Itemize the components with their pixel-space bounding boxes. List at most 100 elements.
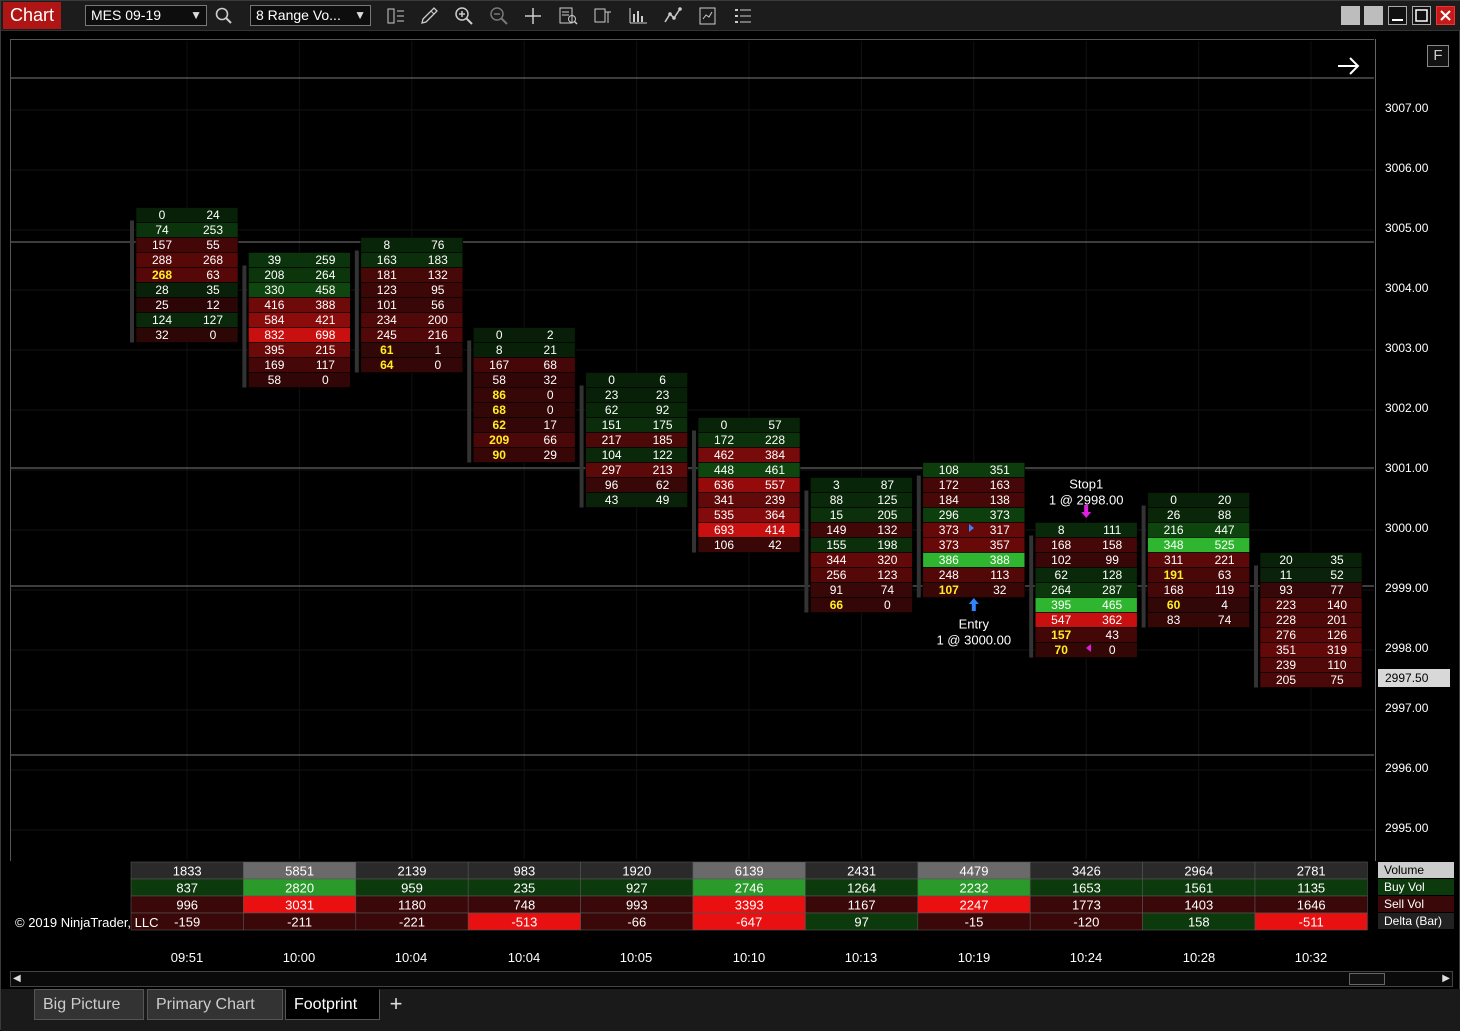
chart-title: Chart xyxy=(3,2,61,29)
tab-primary-chart[interactable]: Primary Chart xyxy=(147,989,283,1020)
summary-cell xyxy=(1254,912,1368,931)
time-label: 10:04 xyxy=(394,950,428,965)
summary-value: 1920 xyxy=(622,864,651,879)
tab-big-picture[interactable]: Big Picture xyxy=(34,989,144,1020)
summary-value: 1646 xyxy=(1297,898,1326,913)
summary-cell xyxy=(692,878,806,897)
time-label: 10:13 xyxy=(844,950,878,965)
summary-value: 996 xyxy=(176,898,198,913)
window-option-button[interactable] xyxy=(1364,6,1383,25)
time-label: 10:00 xyxy=(282,950,316,965)
maximize-icon[interactable] xyxy=(1412,6,1431,25)
summary-value: 959 xyxy=(401,881,423,896)
indicators-icon[interactable] xyxy=(627,6,649,26)
price-label: 3005.00 xyxy=(1385,221,1429,235)
time-label: 10:24 xyxy=(1069,950,1103,965)
summary-cell xyxy=(692,912,806,931)
summary-cell xyxy=(805,895,919,914)
price-label: 3003.00 xyxy=(1385,341,1429,355)
summary-cell xyxy=(805,912,919,931)
summary-value: 2139 xyxy=(398,864,427,879)
chart-panel[interactable] xyxy=(10,39,1374,861)
summary-value: 2247 xyxy=(960,898,989,913)
summary-value: 1403 xyxy=(1184,898,1213,913)
zoom-out-icon[interactable] xyxy=(488,6,510,26)
summary-value: -211 xyxy=(287,915,312,930)
summary-cell xyxy=(355,895,469,914)
add-tab-icon[interactable]: + xyxy=(383,989,409,1020)
price-axis[interactable]: 3007.00 3006.00 3005.00 3004.00 3003.00 … xyxy=(1375,39,1453,861)
summary-value: 3393 xyxy=(735,898,764,913)
chevron-down-icon: ▼ xyxy=(190,8,202,22)
summary-value: 97 xyxy=(854,915,868,930)
summary-cell xyxy=(917,861,1031,880)
price-label: 2999.00 xyxy=(1385,581,1429,595)
time-label: 10:10 xyxy=(732,950,766,965)
draw-pencil-icon[interactable] xyxy=(419,6,441,26)
summary-cell xyxy=(467,895,581,914)
summary-value: 1180 xyxy=(398,898,426,913)
horizontal-scrollbar[interactable]: ◀ ▶ xyxy=(10,971,1453,987)
summary-cell xyxy=(1029,912,1143,931)
list-icon[interactable] xyxy=(732,6,754,26)
bar-style-icon[interactable] xyxy=(385,6,407,26)
data-box-icon[interactable] xyxy=(557,6,579,26)
summary-cell xyxy=(805,878,919,897)
chart-window: Chart MES 09-19 ▼ 8 Range Vo... ▼ 3007.0… xyxy=(0,0,1460,1031)
summary-label-delta: Delta (Bar) xyxy=(1378,913,1454,929)
summary-value: 927 xyxy=(626,881,648,896)
summary-value: 4479 xyxy=(960,864,989,879)
toolbar: Chart MES 09-19 ▼ 8 Range Vo... ▼ xyxy=(1,1,1460,31)
summary-value: 1135 xyxy=(1297,881,1325,896)
summary-cell xyxy=(1142,878,1256,897)
search-icon[interactable] xyxy=(213,6,235,26)
summary-cell xyxy=(917,895,1031,914)
summary-cell xyxy=(243,861,357,880)
summary-value: 2964 xyxy=(1184,864,1213,879)
price-label: 2997.00 xyxy=(1385,701,1429,715)
instrument-selector[interactable]: MES 09-19 ▼ xyxy=(85,5,207,26)
summary-value: 1653 xyxy=(1072,881,1101,896)
window-option-button[interactable] xyxy=(1341,6,1360,25)
price-label: 3001.00 xyxy=(1385,461,1429,475)
summary-cell xyxy=(1142,861,1256,880)
bar-type-selector[interactable]: 8 Range Vo... ▼ xyxy=(250,5,371,26)
strategies-icon[interactable] xyxy=(662,6,684,26)
summary-value: 5851 xyxy=(285,864,314,879)
summary-value: 158 xyxy=(1188,915,1210,930)
last-price-marker: 2997.50 xyxy=(1378,669,1450,687)
close-icon[interactable] xyxy=(1436,6,1455,25)
summary-value: -647 xyxy=(736,915,762,930)
summary-value: 3426 xyxy=(1072,864,1101,879)
tab-bar: Big Picture Primary Chart Footprint + xyxy=(1,989,1460,1031)
summary-cell xyxy=(467,861,581,880)
time-label: 10:32 xyxy=(1294,950,1328,965)
time-label: 10:05 xyxy=(619,950,653,965)
summary-cell xyxy=(243,912,357,931)
chart-f-button[interactable]: F xyxy=(1427,45,1449,67)
templates-icon[interactable] xyxy=(697,6,719,26)
summary-cell xyxy=(917,878,1031,897)
summary-cell xyxy=(355,861,469,880)
crosshair-icon[interactable] xyxy=(522,6,544,26)
price-label: 3002.00 xyxy=(1385,401,1429,415)
scroll-right-icon[interactable]: ▶ xyxy=(1442,973,1450,984)
summary-cell xyxy=(917,912,1031,931)
minimize-icon[interactable] xyxy=(1388,6,1407,25)
zoom-in-icon[interactable] xyxy=(453,6,475,26)
summary-cell xyxy=(580,861,694,880)
time-label: 10:04 xyxy=(507,950,541,965)
summary-value: 983 xyxy=(514,864,536,879)
properties-icon[interactable] xyxy=(592,6,614,26)
time-label: 10:19 xyxy=(957,950,991,965)
summary-value: 1773 xyxy=(1072,898,1101,913)
summary-value: -15 xyxy=(965,915,984,930)
summary-cell xyxy=(1254,878,1368,897)
summary-value: 2781 xyxy=(1297,864,1326,879)
tab-footprint[interactable]: Footprint xyxy=(285,989,380,1020)
summary-label-buy-vol: Buy Vol xyxy=(1378,879,1454,895)
scroll-left-icon[interactable]: ◀ xyxy=(13,973,21,984)
summary-label-volume: Volume xyxy=(1378,862,1454,878)
scrollbar-thumb[interactable] xyxy=(1349,973,1385,985)
price-label: 3007.00 xyxy=(1385,101,1429,115)
